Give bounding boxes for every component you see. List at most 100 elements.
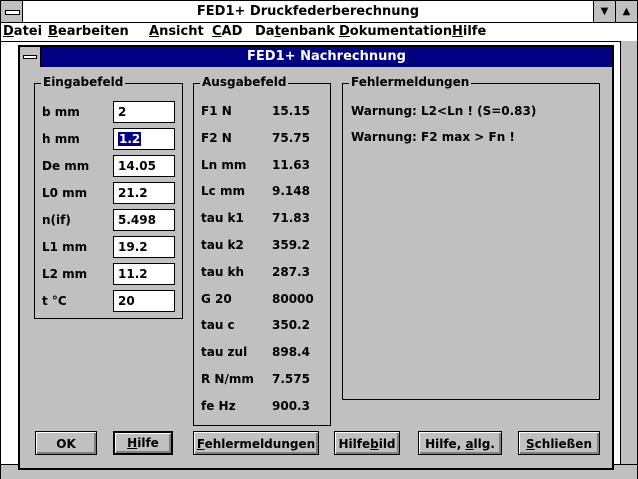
output-value: 9.148	[272, 184, 310, 199]
input-field[interactable]: 20	[113, 290, 175, 312]
menu-bar: Datei Bearbeiten Ansicht CAD Datenbank Dokume…	[1, 23, 637, 42]
dialog-system-menu-button[interactable]	[20, 47, 41, 67]
menu-item[interactable]: Datenbank	[255, 24, 335, 39]
output-label: G 20	[201, 291, 232, 306]
output-value: 359.2	[272, 238, 310, 252]
label-text: Da	[255, 24, 275, 39]
menu-item[interactable]: Hilfe	[452, 24, 486, 39]
dialog-title: FED1+ Nachrechnung	[247, 49, 406, 64]
system-menu-icon	[23, 55, 37, 59]
menu-item[interactable]: Datei	[3, 24, 42, 39]
label-text: ilfe	[137, 436, 159, 450]
output-value: 898.4	[272, 345, 310, 360]
title-bar: FED1+ Druckfederberechnung ▼ ▲	[1, 1, 637, 23]
output-value: 7.575	[272, 372, 310, 386]
mnemonic-letter: a	[465, 437, 474, 451]
label-text: Hilfe	[338, 437, 371, 451]
input-label: L0 mm	[42, 186, 88, 200]
system-menu-button[interactable]	[1, 1, 23, 22]
mnemonic-letter: H	[452, 24, 463, 39]
output-value: 350.2	[272, 318, 310, 333]
label-text: atei	[13, 24, 43, 39]
menu-item[interactable]: Dokumentation	[339, 24, 452, 39]
mnemonic-letter: A	[149, 24, 160, 39]
fehlermeldungen-label: Fehlermeldungen	[349, 75, 472, 89]
ausgabefeld-label: Ausgabefeld	[200, 75, 289, 89]
input-label: L1 mm	[42, 240, 88, 254]
input-field[interactable]: 1.2	[113, 128, 175, 150]
maximize-button[interactable]: ▲	[615, 1, 637, 22]
field-value: 14.05	[118, 159, 156, 173]
mnemonic-letter: F	[196, 437, 205, 451]
label-text: enbank	[280, 24, 335, 39]
mnemonic-letter: b	[370, 437, 379, 451]
minimize-icon: ▼	[600, 6, 609, 17]
label-text: AD	[221, 24, 243, 39]
output-label: F2 N	[201, 130, 232, 145]
input-label: b mm	[42, 105, 80, 119]
label-text: Hilfe,	[425, 437, 466, 451]
system-menu-icon	[5, 10, 20, 15]
output-label: tau zul	[201, 345, 248, 360]
mnemonic-letter: C	[212, 24, 222, 39]
output-label: tau k2	[201, 238, 244, 252]
output-value: 287.3	[272, 264, 310, 279]
main-window: FED1+ Druckfederberechnung ▼ ▲ Datei Bear…	[0, 0, 638, 479]
output-value: 11.63	[272, 157, 310, 172]
window-title: FED1+ Druckfederberechnung	[196, 4, 420, 19]
field-value: 21.2	[118, 186, 148, 200]
input-field[interactable]: 2	[113, 101, 175, 123]
input-field[interactable]: 11.2	[113, 263, 175, 285]
output-value: 900.3	[272, 398, 310, 413]
nachrechnung-dialog: FED1+ Nachrechnung Eingabefeld b mm 2 h mm…	[18, 45, 614, 470]
output-label: tau kh	[201, 264, 245, 279]
input-field[interactable]: 21.2	[113, 182, 175, 204]
input-label: n(if)	[42, 213, 71, 227]
mnemonic-letter: D	[3, 24, 14, 39]
input-label: t °C	[42, 294, 67, 308]
mnemonic-letter: D	[339, 24, 350, 39]
output-value: 71.83	[272, 211, 310, 226]
input-label: h mm	[42, 132, 80, 146]
label-text: llg.	[473, 437, 495, 451]
menu-item[interactable]: CAD	[212, 24, 242, 39]
menu-item[interactable]: Ansicht	[149, 24, 204, 39]
field-value: 11.2	[118, 267, 148, 281]
input-field[interactable]: 14.05	[113, 155, 175, 177]
label-text: ilfe	[462, 24, 487, 39]
eingabefeld-group: Eingabefeld b mm 2 h mm 1.2 De mm 14.05 L0 mm 2…	[34, 75, 183, 319]
input-field[interactable]: 5.498	[113, 209, 175, 231]
dialog-title-bar: FED1+ Nachrechnung	[20, 47, 612, 67]
input-field[interactable]: 19.2	[113, 236, 175, 258]
field-value: 5.498	[118, 213, 156, 227]
label-text: OK	[56, 437, 76, 451]
warning-message: Warnung: F2 max > Fn !	[351, 130, 515, 144]
label-text: ehlermeldungen	[204, 437, 316, 451]
eingabefeld-label: Eingabefeld	[41, 75, 126, 89]
ok-button[interactable]: OK	[35, 431, 97, 455]
output-label: Ln mm	[201, 157, 247, 172]
mnemonic-letter: H	[127, 436, 138, 450]
hilfe-allg-button[interactable]: Hilfe, allg.	[418, 431, 502, 455]
warning-message: Warnung: L2<Ln ! (S=0.83)	[351, 104, 537, 118]
label-text: okumentation	[349, 24, 453, 39]
maximize-icon: ▲	[622, 6, 631, 17]
input-label: De mm	[42, 159, 90, 173]
hilfebild-button[interactable]: Hilfebild	[334, 431, 400, 455]
mnemonic-letter: B	[48, 24, 58, 39]
label-text: chließen	[534, 437, 592, 451]
schliessen-button[interactable]: Schließen	[518, 431, 600, 455]
output-label: fe Hz	[201, 398, 236, 413]
fehlermeldungen-button[interactable]: Fehlermeldungen	[193, 431, 319, 455]
fehlermeldungen-group: Fehlermeldungen Warnung: L2<Ln ! (S=0.83…	[342, 75, 600, 400]
output-label: R N/mm	[201, 372, 254, 386]
minimize-button[interactable]: ▼	[593, 1, 615, 22]
mnemonic-letter: S	[526, 437, 535, 451]
output-value: 15.15	[272, 104, 310, 118]
menu-item[interactable]: Bearbeiten	[48, 24, 129, 39]
vertical-scrollbar[interactable]	[620, 41, 637, 464]
hilfe-button[interactable]: Hilfe	[113, 431, 173, 455]
input-label: L2 mm	[42, 267, 88, 281]
field-value: 20	[118, 294, 135, 308]
output-value: 80000	[272, 291, 314, 306]
